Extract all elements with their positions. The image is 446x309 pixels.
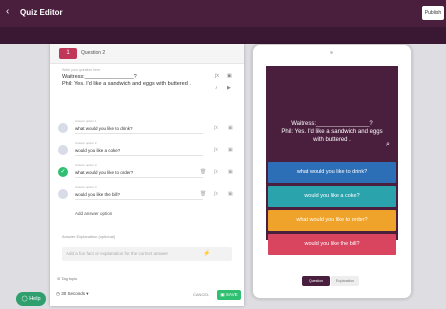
save-label: SAVE (225, 292, 238, 297)
save-button[interactable]: ▣ SAVE (217, 290, 241, 300)
question-number-badge: 1 (59, 48, 77, 59)
answer-text[interactable]: would you like the bill? (75, 192, 120, 197)
tag-label: Tag topic (61, 276, 78, 281)
explanation-label: Answer Explanation (optional) (62, 234, 116, 239)
preview-question: Waitress:________________? Phil: Yes. I'… (266, 120, 398, 144)
answer-text[interactable]: what would you like to order? (75, 170, 133, 175)
lightbulb-icon: ⚡ (203, 251, 211, 257)
question-line-1: Waitress:________________? (62, 74, 137, 80)
video-icon[interactable]: ▶ (227, 85, 231, 91)
formula-icon[interactable]: ∫x (215, 73, 219, 79)
answer-correct-toggle[interactable] (58, 123, 68, 133)
sub-bar (0, 27, 446, 44)
preview-option-text: would you like a coke? (304, 193, 360, 199)
tablet-preview: Waitress:________________? Phil: Yes. I'… (252, 44, 412, 299)
audio-icon[interactable]: ♪ (215, 85, 218, 91)
answer-option-4[interactable]: Answer option 4 would you like the bill?… (58, 185, 236, 202)
image-icon[interactable]: ▣ (228, 147, 233, 153)
delete-icon[interactable]: 🗑 (200, 191, 206, 197)
answer-underline (75, 155, 203, 156)
answer-label: Answer option 3 (75, 163, 97, 167)
preview-option-4: would you like the bill? (268, 234, 396, 255)
timer-select[interactable]: ◷ 30 Seconds ▾ (56, 291, 88, 297)
formula-icon[interactable]: ∫x (214, 191, 218, 197)
image-icon[interactable]: ▣ (227, 73, 232, 79)
publish-button[interactable]: Publish (422, 6, 444, 20)
tag-topic-link[interactable]: ⊘ Tag topic (57, 276, 77, 281)
question-text-input[interactable]: Waitress:________________? Phil: Yes. I'… (62, 74, 252, 88)
page-title: Quiz Editor (20, 8, 63, 17)
explanation-input[interactable]: Add a fun fact or explanation for the co… (62, 247, 232, 261)
answer-label: Answer option 2 (75, 141, 97, 145)
zoom-icon[interactable]: ⌕ (386, 141, 390, 149)
preview-option-2: would you like a coke? (268, 186, 396, 207)
question-label: Question 2 (81, 50, 106, 56)
answer-option-1[interactable]: Answer option 1 what would you like to d… (58, 119, 236, 136)
preview-option-text: would you like the bill? (304, 241, 360, 247)
delete-icon[interactable]: 🗑 (200, 169, 206, 175)
explanation-placeholder: Add a fun fact or explanation for the co… (66, 251, 169, 256)
image-icon[interactable]: ▣ (228, 169, 233, 175)
answer-option-2[interactable]: Answer option 2 would you like a coke? ∫… (58, 141, 236, 158)
camera-dot (330, 51, 333, 54)
help-button[interactable]: ◯ Help (16, 292, 46, 306)
question-editor: 1 Question 2 Write your question here Wa… (50, 44, 244, 306)
image-icon[interactable]: ▣ (228, 125, 233, 131)
preview-option-text: what would you like to order? (296, 217, 368, 223)
preview-option-3: what would you like to order? (268, 210, 396, 231)
question-line-2: Phil: Yes. I'd like a sandwich and eggs … (62, 81, 191, 87)
tab-question[interactable]: Question (302, 276, 330, 286)
answer-underline (75, 133, 203, 134)
timer-value: 30 Seconds (61, 291, 85, 296)
answer-label: Answer option 4 (75, 185, 97, 189)
answer-text[interactable]: what would you like to drink? (75, 126, 133, 131)
top-bar: ‹ Quiz Editor Publish (0, 0, 446, 27)
preview-line-1: Waitress:________________? (291, 121, 373, 127)
help-label: Help (29, 296, 41, 302)
answer-correct-toggle[interactable] (58, 189, 68, 199)
answer-label: Answer option 1 (75, 119, 97, 123)
preview-line-3: with buttered . (313, 137, 351, 143)
tab-explanation[interactable]: Explanation (331, 276, 359, 286)
preview-option-text: what would you like to drink? (296, 169, 368, 175)
preview-option-1: what would you like to drink? (268, 162, 396, 183)
formula-icon[interactable]: ∫x (214, 169, 218, 175)
answer-text[interactable]: would you like a coke? (75, 148, 120, 153)
question-header: 1 Question 2 (50, 44, 244, 64)
preview-line-2: Phil: Yes. I'd like a sandwich and eggs (281, 129, 383, 135)
formula-icon[interactable]: ∫x (214, 125, 218, 131)
cancel-button[interactable]: CANCEL (193, 292, 209, 297)
image-icon[interactable]: ▣ (228, 191, 233, 197)
check-icon[interactable]: ✓ (58, 167, 68, 177)
answer-underline (75, 177, 203, 178)
add-answer-button[interactable]: Add answer option (75, 211, 112, 216)
answer-underline (75, 199, 203, 200)
back-icon[interactable]: ‹ (6, 6, 9, 17)
answer-option-3[interactable]: ✓ Answer option 3 what would you like to… (58, 163, 236, 180)
formula-icon[interactable]: ∫x (214, 147, 218, 153)
question-text-label: Write your question here (62, 68, 101, 72)
answer-correct-toggle[interactable] (58, 145, 68, 155)
